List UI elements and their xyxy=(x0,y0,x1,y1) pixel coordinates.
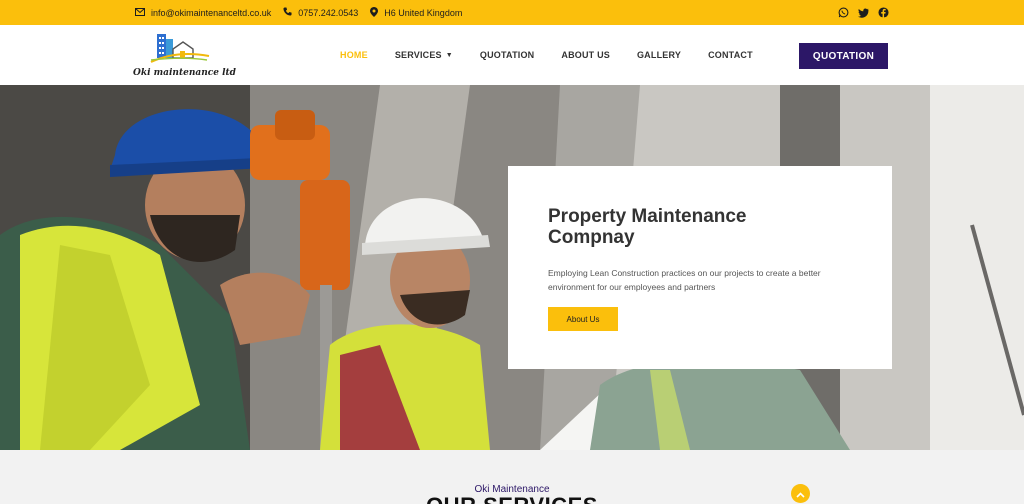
caret-down-icon: ▼ xyxy=(445,51,453,59)
chevron-up-icon xyxy=(796,485,805,503)
nav-label-gallery: GALLERY xyxy=(636,50,682,60)
phone-text: 0757.242.0543 xyxy=(298,7,359,18)
nav-item-services[interactable]: SERVICES ▼ xyxy=(395,50,453,60)
location-info: H6 United Kingdom xyxy=(370,6,463,19)
envelope-icon xyxy=(135,7,145,18)
top-bar: info@okimaintenanceltd.co.uk 0757.242.05… xyxy=(0,0,1024,25)
scroll-to-top-button[interactable] xyxy=(791,484,810,503)
quotation-button[interactable]: QUOTATION xyxy=(799,43,888,69)
services-title: OUR SERVICES xyxy=(0,493,1024,504)
nav-item-quotation[interactable]: QUOTATION xyxy=(480,50,534,60)
hero-title: Property Maintenance Compnay xyxy=(548,206,747,248)
logo-graphic xyxy=(150,34,210,63)
nav-label-quotation: QUOTATION xyxy=(479,50,535,60)
phone-link[interactable]: 0757.242.0543 xyxy=(283,7,358,18)
whatsapp-icon[interactable] xyxy=(838,7,849,18)
site-header: Oki maintenance ltd HOME SERVICES ▼ QUOTA… xyxy=(0,25,1024,85)
services-section: Oki Maintenance OUR SERVICES xyxy=(0,450,1024,504)
main-nav: HOME SERVICES ▼ QUOTATION ABOUT US GALLER… xyxy=(340,25,780,85)
nav-item-home[interactable]: HOME xyxy=(340,50,368,60)
contact-info: info@okimaintenanceltd.co.uk 0757.242.05… xyxy=(135,0,462,25)
facebook-icon[interactable] xyxy=(878,7,889,18)
email-link[interactable]: info@okimaintenanceltd.co.uk xyxy=(135,7,272,18)
nav-label-contact: CONTACT xyxy=(708,50,753,60)
site-logo[interactable]: Oki maintenance ltd xyxy=(133,30,236,82)
hero-description: Employing Lean Construction practices on… xyxy=(548,268,821,292)
twitter-icon[interactable] xyxy=(858,7,869,18)
social-links xyxy=(838,0,889,25)
hero-section: Property Maintenance Compnay Employing L… xyxy=(0,85,1024,450)
location-text: H6 United Kingdom xyxy=(384,7,463,18)
nav-label-services: SERVICES xyxy=(394,50,442,60)
nav-label-about-us: ABOUT US xyxy=(561,50,610,60)
nav-item-contact[interactable]: CONTACT xyxy=(708,50,753,60)
hero-card: Property Maintenance Compnay Employing L… xyxy=(508,166,892,369)
email-text: info@okimaintenanceltd.co.uk xyxy=(151,7,272,18)
map-pin-icon xyxy=(370,6,379,19)
nav-item-gallery[interactable]: GALLERY xyxy=(637,50,681,60)
logo-text: Oki maintenance ltd xyxy=(133,68,236,78)
nav-item-about-us[interactable]: ABOUT US xyxy=(561,50,610,60)
nav-label-home: HOME xyxy=(340,50,368,60)
phone-icon xyxy=(283,7,292,18)
about-us-button[interactable]: About Us xyxy=(548,307,618,331)
